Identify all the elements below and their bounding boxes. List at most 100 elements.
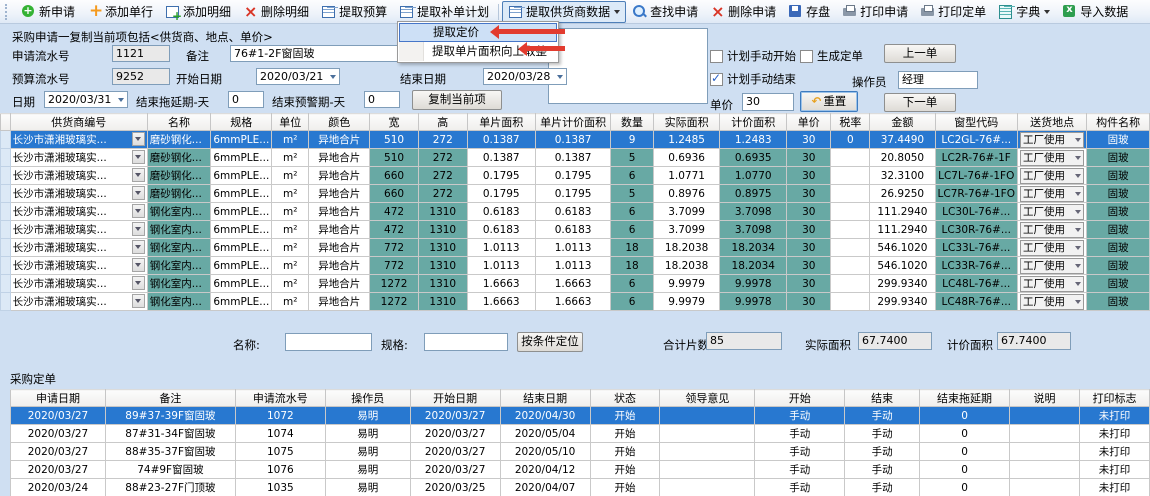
cell-name[interactable]: 钢化室内...	[147, 275, 211, 293]
cell-width[interactable]: 510	[370, 149, 419, 167]
cell-unit[interactable]: m²	[272, 257, 309, 275]
chevron-down-icon[interactable]	[132, 150, 145, 164]
cell-unit-price[interactable]: 30	[787, 203, 831, 221]
cell-actual-area[interactable]: 9.9979	[653, 275, 720, 293]
chevron-down-icon[interactable]	[557, 75, 563, 82]
toolbar-button-6[interactable]: 提取供货商数据	[502, 1, 626, 23]
cell-qty[interactable]: 6	[611, 203, 654, 221]
column-header-unit[interactable]: 单位	[272, 114, 309, 131]
toolbar-button-2[interactable]: 添加明细	[159, 1, 237, 23]
column-header-tax-rate[interactable]: 税率	[831, 114, 870, 131]
cell-piece-priced-area[interactable]: 0.1795	[535, 167, 610, 185]
row-selector-gutter[interactable]	[1, 149, 11, 167]
cell-leader-opinion[interactable]	[660, 443, 755, 461]
cell-component[interactable]: 固玻	[1087, 293, 1150, 311]
cell-unit[interactable]: m²	[272, 203, 309, 221]
cell-window-code[interactable]: LC33L-76#...	[935, 239, 1017, 257]
delivery-dropdown[interactable]: 工厂使用	[1020, 132, 1084, 148]
delivery-dropdown[interactable]: 工厂使用	[1020, 276, 1084, 292]
cell-print-flag[interactable]: 未打印	[1079, 443, 1149, 461]
cell-width[interactable]: 660	[370, 167, 419, 185]
cell-width[interactable]: 660	[370, 185, 419, 203]
chevron-down-icon[interactable]	[132, 294, 145, 308]
chevron-down-icon[interactable]	[1075, 174, 1081, 181]
cell-tax-rate[interactable]	[831, 149, 870, 167]
cell-piece-priced-area[interactable]: 0.1387	[535, 131, 610, 149]
cell-component[interactable]: 固玻	[1087, 275, 1150, 293]
cell-amount[interactable]: 111.2940	[870, 203, 935, 221]
cell-tax-rate[interactable]	[831, 185, 870, 203]
cell-color[interactable]: 异地合片	[309, 221, 370, 239]
toolbar-button-12[interactable]: 字典	[992, 1, 1056, 23]
cell-component[interactable]: 固玻	[1087, 131, 1150, 149]
cell-end[interactable]: 手动	[845, 461, 920, 479]
column-header-amount[interactable]: 金额	[870, 114, 935, 131]
cell-end[interactable]: 手动	[845, 407, 920, 425]
cell-component[interactable]: 固玻	[1087, 203, 1150, 221]
cell-apply-date[interactable]: 2020/03/27	[11, 425, 106, 443]
chevron-down-icon[interactable]	[1075, 156, 1081, 163]
cell-delivery[interactable]: 工厂使用	[1017, 293, 1086, 311]
cell-width[interactable]: 772	[370, 257, 419, 275]
cell-qty[interactable]: 6	[611, 221, 654, 239]
cell-spec[interactable]: 6mmPLE...	[211, 293, 272, 311]
cell-supplier[interactable]: 长沙市潇湘玻璃实...	[10, 203, 147, 221]
cell-component[interactable]: 固玻	[1087, 185, 1150, 203]
cell-piece-area[interactable]: 0.6183	[467, 203, 535, 221]
table-row[interactable]: 长沙市潇湘玻璃实...钢化室内...6mmPLE...m²异地合片4721310…	[1, 221, 1150, 239]
column-header-remark[interactable]: 备注	[105, 390, 235, 407]
description-textarea[interactable]	[548, 28, 708, 104]
date-picker[interactable]: 2020/03/31	[44, 91, 128, 108]
cell-height[interactable]: 272	[418, 131, 467, 149]
cell-note[interactable]	[1010, 461, 1080, 479]
cell-spec[interactable]: 6mmPLE...	[211, 221, 272, 239]
cell-note[interactable]	[1010, 407, 1080, 425]
row-selector-gutter[interactable]	[1, 203, 11, 221]
toolbar-button-11[interactable]: 打印定单	[914, 1, 992, 23]
cell-start-date[interactable]: 2020/03/27	[410, 425, 500, 443]
start-date-picker[interactable]: 2020/03/21	[256, 68, 340, 85]
cell-start[interactable]: 手动	[755, 443, 845, 461]
cell-apply-no[interactable]: 1074	[235, 425, 325, 443]
cell-supplier[interactable]: 长沙市潇湘玻璃实...	[10, 131, 147, 149]
chevron-down-icon[interactable]	[1075, 210, 1081, 217]
chevron-down-icon[interactable]	[132, 258, 145, 272]
toolbar-button-1[interactable]: 添加单行	[81, 1, 159, 23]
toolbar-button-8[interactable]: 删除申请	[704, 1, 782, 23]
column-header-height[interactable]: 高	[418, 114, 467, 131]
cell-tax-rate[interactable]	[831, 257, 870, 275]
cell-color[interactable]: 异地合片	[309, 293, 370, 311]
chevron-down-icon[interactable]	[132, 204, 145, 218]
cell-height[interactable]: 272	[418, 185, 467, 203]
row-selector-gutter[interactable]	[1, 185, 11, 203]
cell-print-flag[interactable]: 未打印	[1079, 425, 1149, 443]
delivery-dropdown[interactable]: 工厂使用	[1020, 150, 1084, 166]
cell-apply-date[interactable]: 2020/03/24	[11, 479, 106, 496]
cell-end-date[interactable]: 2020/04/12	[500, 461, 590, 479]
cell-remark[interactable]: 87#31-34F窗固玻	[105, 425, 235, 443]
cell-qty[interactable]: 5	[611, 149, 654, 167]
column-header-actual-area[interactable]: 实际面积	[653, 114, 720, 131]
cell-amount[interactable]: 546.1020	[870, 239, 935, 257]
cell-tax-rate[interactable]	[831, 239, 870, 257]
cell-supplier[interactable]: 长沙市潇湘玻璃实...	[10, 221, 147, 239]
column-header-window-code[interactable]: 窗型代码	[935, 114, 1017, 131]
cell-unit-price[interactable]: 30	[787, 239, 831, 257]
cell-piece-priced-area[interactable]: 0.6183	[535, 203, 610, 221]
cell-print-flag[interactable]: 未打印	[1079, 407, 1149, 425]
cell-end-date[interactable]: 2020/04/30	[500, 407, 590, 425]
cell-piece-priced-area[interactable]: 0.1795	[535, 185, 610, 203]
cell-tax-rate[interactable]	[831, 203, 870, 221]
cell-priced-area[interactable]: 9.9978	[720, 275, 787, 293]
column-header-piece-priced-area[interactable]: 单片计价面积	[535, 114, 610, 131]
cell-end-delay[interactable]: 0	[920, 443, 1010, 461]
column-header-name[interactable]: 名称	[147, 114, 211, 131]
cell-window-code[interactable]: LC7L-76#-1FO	[935, 167, 1017, 185]
cell-supplier[interactable]: 长沙市潇湘玻璃实...	[10, 185, 147, 203]
cell-unit-price[interactable]: 30	[787, 275, 831, 293]
cell-delivery[interactable]: 工厂使用	[1017, 239, 1086, 257]
cell-delivery[interactable]: 工厂使用	[1017, 185, 1086, 203]
end-warn-field[interactable]: 0	[364, 91, 400, 108]
cell-unit-price[interactable]: 30	[787, 293, 831, 311]
cell-start-date[interactable]: 2020/03/25	[410, 479, 500, 496]
